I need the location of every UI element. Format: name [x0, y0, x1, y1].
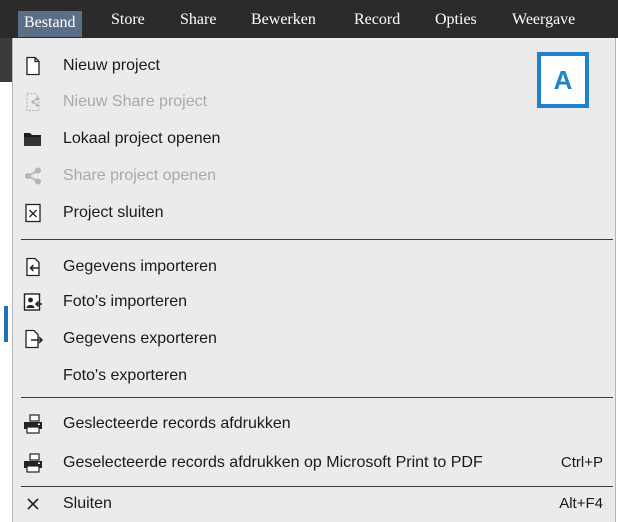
import-data-icon — [23, 257, 43, 277]
menu-item-label: Lokaal project openen — [63, 130, 221, 147]
printer-icon — [23, 414, 43, 434]
menu-bewerken[interactable]: Bewerken — [251, 9, 316, 31]
menu-bar: Bestand Store Share Bewerken Record Opti… — [0, 0, 618, 38]
menu-item-label: Sluiten — [63, 495, 112, 512]
share-icon — [23, 166, 43, 186]
export-data-icon — [23, 329, 43, 349]
menu-item-share-project-openen[interactable]: Share project openen — [13, 159, 615, 193]
menu-item-project-sluiten[interactable]: Project sluiten — [13, 196, 615, 230]
menu-item-label: Gegevens exporteren — [63, 330, 217, 347]
shortcut-label: Ctrl+P — [560, 454, 603, 471]
menu-separator — [21, 397, 613, 398]
menu-store[interactable]: Store — [111, 9, 145, 31]
close-icon — [23, 494, 43, 514]
menu-item-label: Share project openen — [63, 167, 216, 184]
menu-share[interactable]: Share — [180, 9, 216, 31]
menu-item-afdrukken-pdf[interactable]: Geselecteerde records afdrukken op Micro… — [13, 446, 615, 480]
background-selection-marker — [4, 306, 8, 342]
menu-record[interactable]: Record — [354, 9, 400, 31]
menu-item-label: Gegevens importeren — [63, 258, 217, 275]
menu-item-label: Nieuw project — [63, 57, 160, 74]
menu-item-nieuw-project[interactable]: Nieuw project — [13, 49, 615, 83]
shortcut-label: Alt+F4 — [559, 495, 603, 512]
menu-opties[interactable]: Opties — [435, 9, 477, 31]
menu-item-records-afdrukken[interactable]: Geslecteerde records afdrukken — [13, 407, 615, 441]
menu-item-sluiten[interactable]: Sluiten Alt+F4 — [13, 487, 615, 521]
menu-item-label: Foto's importeren — [63, 293, 187, 310]
menu-weergave[interactable]: Weergave — [512, 9, 575, 31]
new-share-project-icon — [23, 92, 43, 112]
folder-open-icon — [23, 129, 43, 149]
menu-item-label: Foto's exporteren — [63, 367, 188, 384]
background-window-edge — [0, 38, 12, 522]
menu-item-fotos-exporteren[interactable]: Foto's exporteren — [13, 359, 615, 393]
menu-separator — [21, 239, 613, 240]
menu-item-fotos-importeren[interactable]: Foto's importeren — [13, 285, 615, 319]
new-file-icon — [23, 56, 43, 76]
import-photo-icon — [23, 292, 43, 312]
menu-item-label: Geselecteerde records afdrukken op Micro… — [63, 454, 483, 471]
menu-item-nieuw-share-project[interactable]: Nieuw Share project — [13, 85, 615, 119]
menu-item-label: Nieuw Share project — [63, 93, 208, 110]
menu-item-label: Geslecteerde records afdrukken — [63, 415, 291, 432]
printer-icon — [23, 453, 43, 473]
menu-item-gegevens-importeren[interactable]: Gegevens importeren — [13, 250, 615, 284]
background-toolbar — [0, 38, 12, 82]
menu-item-lokaal-project-openen[interactable]: Lokaal project openen — [13, 122, 615, 156]
menu-item-label: Project sluiten — [63, 204, 164, 221]
menu-item-gegevens-exporteren[interactable]: Gegevens exporteren — [13, 322, 615, 356]
menu-bestand[interactable]: Bestand — [18, 11, 82, 37]
bestand-dropdown-menu: A Nieuw project Nieuw Share project Loka… — [12, 38, 616, 522]
close-project-icon — [23, 203, 43, 223]
